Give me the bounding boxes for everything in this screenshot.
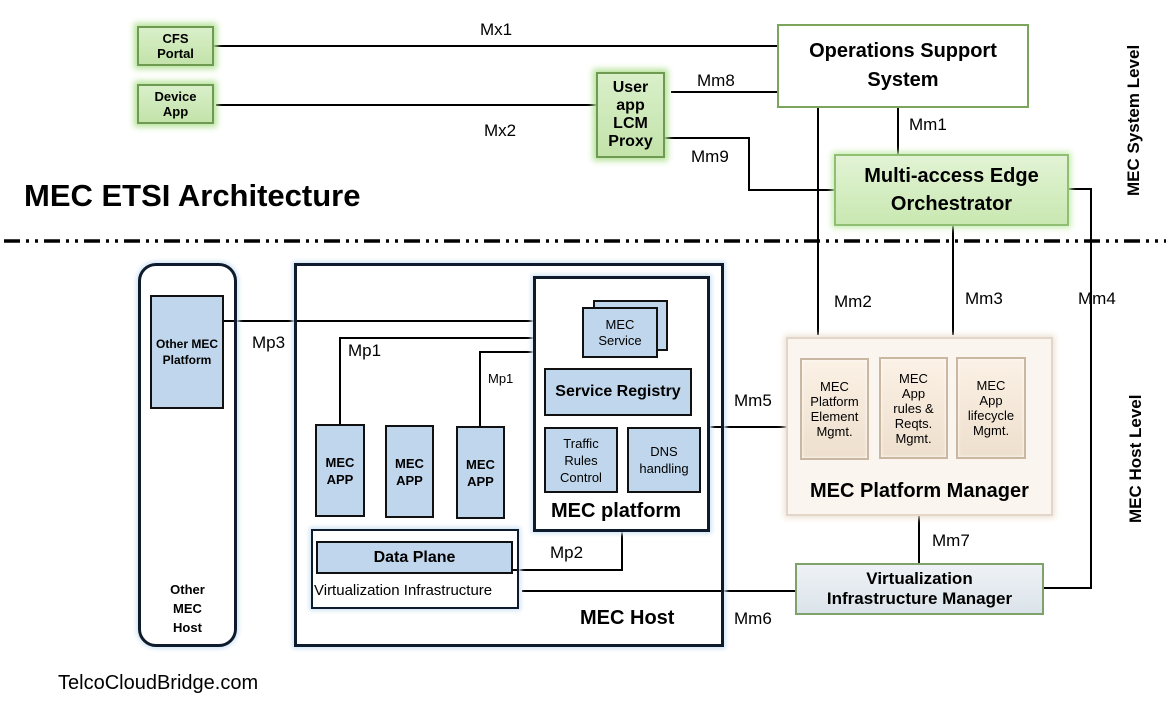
virtualization-infrastructure-label: Virtualization Infrastructure: [314, 582, 493, 599]
data-plane-label: Data Plane: [373, 548, 456, 566]
arr-label-5: Mgmt.: [895, 430, 932, 446]
other-mec-host-label-3: Host: [173, 620, 202, 635]
cfs-portal-label-2: Portal: [157, 46, 194, 61]
ref-mx1: Mx1: [480, 20, 513, 39]
mec-platform-label: MEC platform: [551, 500, 681, 522]
footer-site-name: TelcoCloudBridge.com: [58, 672, 259, 694]
oss-label-2: System: [867, 69, 939, 91]
pem-label-2: Platform: [810, 394, 859, 409]
mec-service-label-1: MEC: [605, 316, 635, 332]
mec-app-1-label-2: APP: [326, 471, 354, 487]
meo-label-1: Multi-access Edge: [864, 165, 1039, 187]
service-registry-box: Service Registry: [544, 368, 692, 416]
arr-label-3: rules &: [893, 400, 934, 416]
mec-app-2-label-1: MEC: [395, 455, 424, 471]
virtualization-infrastructure-manager-box: Virtualization Infrastructure Manager: [795, 563, 1044, 615]
mec-app-box-2: MEC APP: [385, 425, 434, 518]
pem-label-3: Element: [810, 409, 859, 424]
ref-mp1-small: Mp1: [488, 371, 514, 386]
traffic-rules-control-box: Traffic Rules Control: [544, 427, 618, 493]
ref-mm8: Mm8: [697, 71, 735, 90]
mec-system-level-label: MEC System Level: [1124, 44, 1143, 196]
vim-label-1: Virtualization: [866, 569, 973, 588]
mec-host-level-label: MEC Host Level: [1126, 394, 1145, 524]
app-rules-reqts-mgmt-box: MEC App rules & Reqts. Mgmt.: [879, 357, 948, 459]
alm-label-1: MEC: [976, 378, 1006, 393]
pem-label-1: MEC: [820, 379, 849, 394]
mec-service-box: MEC Service: [582, 307, 658, 358]
ref-mp1: Mp1: [348, 341, 382, 360]
ref-mm7: Mm7: [932, 531, 970, 550]
dns-handling-box: DNS handling: [627, 427, 701, 493]
ref-mm5: Mm5: [734, 391, 772, 410]
oss-label-1: Operations Support: [809, 40, 997, 62]
ref-mm6: Mm6: [734, 609, 772, 628]
ref-mp3: Mp3: [252, 333, 286, 352]
arr-label-1: MEC: [899, 370, 928, 386]
alm-label-4: Mgmt.: [972, 423, 1010, 438]
mec-app-box-3: MEC APP: [456, 426, 505, 519]
mec-app-2-label-2: APP: [396, 472, 423, 488]
alm-label-3: lifecycle: [967, 408, 1015, 423]
cfs-portal-label-1: CFS: [162, 31, 189, 46]
other-mec-host-label: Other MEC Host: [140, 580, 235, 637]
device-app-box: Device App: [137, 84, 214, 124]
proxy-label-2: app: [616, 97, 645, 114]
device-app-label-2: App: [162, 104, 189, 119]
other-mec-platform-label-2: Platform: [162, 353, 212, 367]
multi-access-edge-orchestrator-box: Multi-access Edge Orchestrator: [834, 154, 1069, 226]
proxy-label-1: User: [612, 79, 649, 96]
platform-element-mgmt-box: MEC Platform Element Mgmt.: [800, 358, 869, 460]
pem-label-4: Mgmt.: [816, 424, 853, 439]
traffic-rules-label-1: Traffic: [563, 435, 599, 451]
other-mec-host-label-1: Other: [170, 582, 205, 597]
ref-mm2: Mm2: [834, 292, 872, 311]
ref-mx2: Mx2: [484, 121, 517, 140]
data-plane-box: Data Plane: [316, 541, 513, 574]
arr-label-2: App: [901, 385, 926, 401]
mec-app-3-label-1: MEC: [466, 456, 495, 472]
operations-support-system-box: Operations Support System: [777, 24, 1029, 108]
dns-label-2: handling: [639, 461, 689, 476]
alm-label-2: App: [979, 393, 1003, 408]
ref-mm4: Mm4: [1078, 289, 1116, 308]
mec-host-label: MEC Host: [580, 607, 675, 629]
meo-label-2: Orchestrator: [890, 193, 1013, 215]
traffic-rules-label-2: Rules: [564, 452, 598, 468]
page-title: MEC ETSI Architecture: [24, 178, 361, 213]
ref-mm1: Mm1: [909, 115, 947, 134]
other-mec-platform-box: Other MEC Platform: [150, 295, 224, 409]
ref-mp2: Mp2: [550, 543, 584, 562]
service-registry-label: Service Registry: [555, 383, 681, 400]
mec-service-label-2: Service: [598, 332, 642, 348]
user-app-lcm-proxy-box: User app LCM Proxy: [596, 72, 665, 158]
mec-app-box-1: MEC APP: [315, 424, 365, 517]
mec-app-1-label-1: MEC: [325, 454, 355, 470]
app-lifecycle-mgmt-box: MEC App lifecycle Mgmt.: [956, 357, 1026, 459]
mec-app-3-label-2: APP: [467, 473, 494, 489]
device-app-label-1: Device: [154, 89, 197, 104]
proxy-label-4: Proxy: [608, 133, 653, 150]
ref-mm3: Mm3: [965, 289, 1003, 308]
cfs-portal-box: CFS Portal: [137, 26, 214, 66]
mec-platform-manager-label: MEC Platform Manager: [810, 480, 1029, 502]
dns-label-1: DNS: [650, 444, 678, 459]
proxy-label-3: LCM: [613, 115, 648, 132]
other-mec-host-label-2: MEC: [173, 601, 202, 616]
vim-label-2: Infrastructure Manager: [826, 589, 1013, 608]
other-mec-platform-label-1: Other MEC: [155, 337, 218, 351]
traffic-rules-label-3: Control: [560, 469, 602, 485]
arr-label-4: Reqts.: [894, 415, 933, 431]
ref-mm9: Mm9: [691, 147, 729, 166]
